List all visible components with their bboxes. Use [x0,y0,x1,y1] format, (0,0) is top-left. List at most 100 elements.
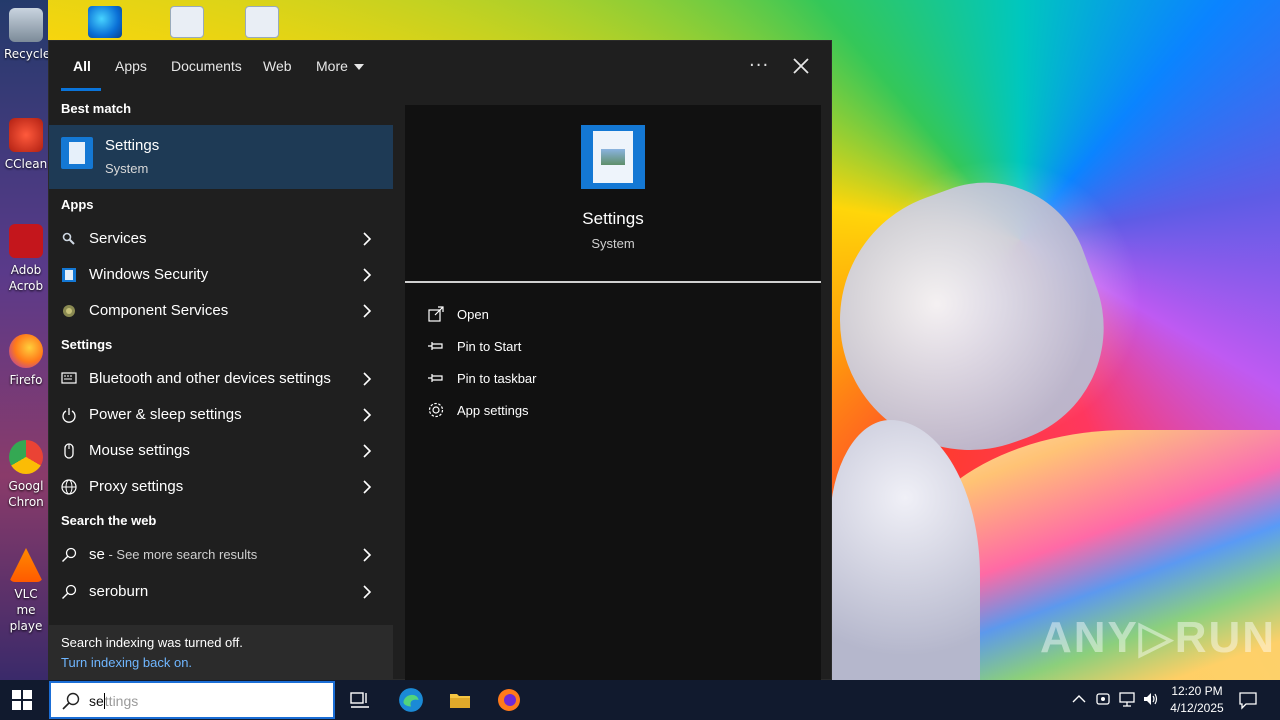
best-match-settings[interactable]: Settings System [49,125,393,189]
desktop-icon-ccleaner[interactable]: CClean [4,118,48,172]
action-label: App settings [457,403,529,418]
web-result-seroburn[interactable]: seroburn [49,574,393,610]
open-icon [428,306,444,322]
turn-indexing-on-link[interactable]: Turn indexing back on. [61,655,192,670]
result-label: Proxy settings [89,478,184,495]
anyrun-watermark: ANY▷RUN [1040,613,1277,662]
detail-title: Settings [582,209,644,228]
action-label: Pin to taskbar [457,371,537,386]
tab-more-label: More [316,58,348,74]
file-desktop-icon[interactable] [245,6,279,38]
desktop-icon-firefox[interactable]: Firefo [4,334,48,388]
services-icon [62,232,75,245]
best-match-title: Settings [105,137,160,154]
web-query-text: se [89,546,105,563]
chevron-right-icon[interactable] [359,231,375,247]
search-suggestion-text: ttings [104,693,139,709]
firefox-icon [9,334,43,368]
caret-down-icon [353,64,364,71]
tab-more[interactable]: More [316,58,364,74]
wallpaper-body [830,420,980,680]
search-tabs: All Apps Documents Web More ··· [49,41,833,93]
result-mouse-settings[interactable]: Mouse settings [49,433,393,469]
action-label: Open [457,307,489,322]
result-bluetooth-settings[interactable]: Bluetooth and other devices settings [49,361,393,397]
indexing-notice: Search indexing was turned off. Turn ind… [49,625,393,681]
windows-security-icon [62,268,76,282]
settings-app-icon [61,137,93,169]
action-label: Pin to Start [457,339,522,354]
search-icon [62,584,77,599]
chevron-right-icon[interactable] [359,371,375,387]
chevron-right-icon[interactable] [359,479,375,495]
chevron-right-icon[interactable] [359,267,375,283]
result-label: Bluetooth and other devices settings [89,370,331,387]
mouse-icon [64,443,74,459]
close-icon[interactable] [789,54,813,78]
tab-apps[interactable]: Apps [115,58,147,74]
desktop-icon-label: Adob Acrob [8,263,44,293]
taskbar-search-box[interactable]: settings [49,681,335,719]
action-pin-taskbar[interactable]: Pin to taskbar [427,365,727,393]
result-label: Windows Security [89,266,209,283]
system-clock[interactable]: 12:20 PM 4/12/2025 [1160,683,1234,717]
edge-desktop-icon[interactable] [88,6,122,38]
more-dots-icon[interactable]: ··· [749,55,769,76]
volume-icon[interactable] [1142,690,1160,708]
desktop-icon-acrobat[interactable]: Adob Acrob [4,224,48,294]
desktop-icon-label: VLC me playe [9,587,43,633]
clock-time: 12:20 PM [1171,684,1223,698]
result-label: Mouse settings [89,442,190,459]
task-view-icon[interactable] [348,688,372,712]
result-label: Services [89,230,147,247]
search-input[interactable]: settings [89,693,138,709]
power-icon [62,408,76,423]
pin-icon [428,374,443,382]
desktop-icon-label: Firefo [9,373,43,387]
tab-web[interactable]: Web [263,58,292,74]
web-result-label: se - See more search results [89,546,257,563]
recycle-bin-icon [9,8,43,42]
settings-heading: Settings [61,337,113,352]
detail-subtitle: System [591,236,635,251]
edge-icon[interactable] [398,687,424,713]
ccleaner-icon [9,118,43,152]
chevron-right-icon[interactable] [359,443,375,459]
tab-documents[interactable]: Documents [171,58,242,74]
action-open[interactable]: Open [427,301,727,329]
action-pin-start[interactable]: Pin to Start [427,333,727,361]
notification-icon[interactable] [1238,690,1258,710]
file-desktop-icon[interactable] [170,6,204,38]
vlc-icon [9,548,43,582]
desktop-icon-vlc[interactable]: VLC me playe [4,548,48,634]
taskbar: settings 12:20 PM 4/12/2025 [0,680,1280,720]
network-icon[interactable] [1118,690,1136,708]
file-explorer-icon[interactable] [448,688,472,712]
result-windows-security[interactable]: Windows Security [49,257,393,293]
chevron-right-icon[interactable] [359,303,375,319]
chevron-up-icon[interactable] [1070,690,1088,708]
detail-divider [405,281,821,283]
acrobat-icon [9,224,43,258]
desktop-icon-label: CClean [4,157,48,171]
web-result-se[interactable]: se - See more search results [49,537,393,573]
onscreen-device-icon[interactable] [1094,690,1112,708]
best-match-heading: Best match [61,101,132,116]
chevron-right-icon[interactable] [359,584,375,600]
result-services[interactable]: Services [49,221,393,257]
desktop-icon-chrome[interactable]: Googl Chron [4,440,48,510]
chevron-right-icon[interactable] [359,547,375,563]
tab-all[interactable]: All [73,58,91,74]
globe-icon [61,479,77,495]
web-query-suffix: - See more search results [104,547,258,562]
action-app-settings[interactable]: App settings [427,397,727,425]
gear-icon [428,402,444,418]
search-icon [62,547,77,562]
windows-start-icon[interactable] [12,690,32,710]
result-component-services[interactable]: Component Services [49,293,393,329]
result-power-sleep-settings[interactable]: Power & sleep settings [49,397,393,433]
desktop-icon-recycle[interactable]: Recycle [4,8,50,62]
firefox-icon[interactable] [497,688,521,712]
chevron-right-icon[interactable] [359,407,375,423]
result-proxy-settings[interactable]: Proxy settings [49,469,393,505]
